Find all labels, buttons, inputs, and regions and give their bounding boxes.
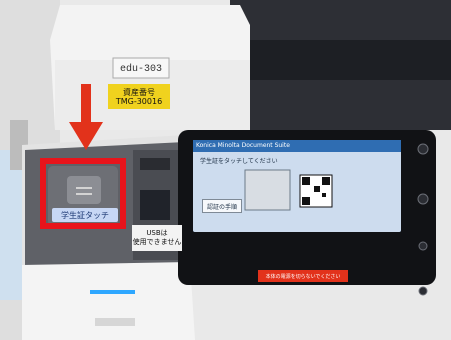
usb-notice-line2: 使用できません (132, 238, 182, 246)
screen-header: Konica Minolta Document Suite (196, 142, 290, 149)
card-reader-label: 学生証タッチ (52, 208, 118, 222)
home-button[interactable] (417, 193, 429, 205)
arrow-shaft (81, 84, 91, 128)
shelf-stack (0, 150, 22, 300)
name-plate-text: edu-303 (119, 63, 162, 75)
usb-notice-line1: USBは (146, 229, 168, 237)
asset-label-text: 資産番号 TMG-30016 (108, 84, 170, 109)
panel-front-edge (22, 262, 195, 340)
asset-label-line1: 資産番号 (123, 87, 155, 97)
usb-notice: USBは 使用できません (132, 225, 182, 251)
power-button[interactable] (417, 143, 429, 155)
screen-button[interactable]: 認証の手順 (202, 199, 242, 213)
scene (0, 0, 451, 340)
photo-frame: edu-303 資産番号 TMG-30016 学生証タッチ USBは 使用できま… (0, 0, 451, 340)
screen-content-bg (193, 140, 401, 232)
arrow-button[interactable] (418, 286, 428, 296)
status-led (90, 290, 135, 294)
function-button[interactable] (418, 241, 428, 251)
printer-lid-shadow (215, 40, 451, 80)
usb-port-area (140, 190, 170, 220)
panel-slot (95, 318, 135, 326)
screen-subtext: 学生証をタッチしてください (200, 158, 278, 165)
screen-illustration (244, 169, 291, 211)
asset-label-line2: TMG-30016 (115, 96, 163, 106)
usb-slot (140, 158, 170, 170)
card-reader-icon-bg (67, 176, 101, 204)
screen-bottom-notice: 本体の電源を切らないでください (265, 273, 341, 280)
